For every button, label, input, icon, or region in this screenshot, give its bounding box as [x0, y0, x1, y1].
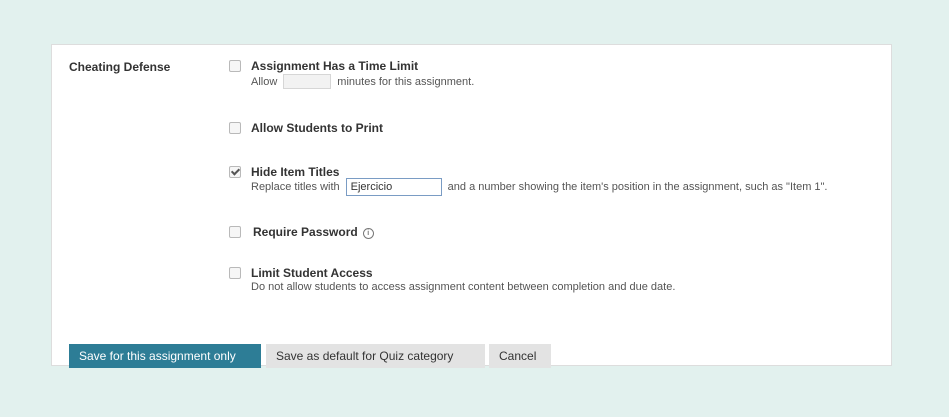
limit-student-access-title: Limit Student Access: [251, 266, 373, 280]
hide-item-titles-title: Hide Item Titles: [251, 165, 340, 179]
limit-student-access-checkbox[interactable]: [229, 267, 241, 279]
require-password-checkbox[interactable]: [229, 226, 241, 238]
replacement-title-input[interactable]: [345, 178, 442, 196]
hide-item-titles-desc-suffix: and a number showing the item's position…: [447, 181, 828, 193]
time-limit-desc-prefix: Allow: [251, 75, 278, 88]
save-as-default-button[interactable]: Save as default for Quiz category: [266, 344, 485, 368]
info-icon[interactable]: i: [362, 228, 374, 239]
limit-student-access-desc: Do not allow students to access assignme…: [251, 281, 676, 293]
time-limit-title: Assignment Has a Time Limit: [251, 59, 419, 73]
cancel-button[interactable]: Cancel: [489, 344, 551, 368]
hide-item-titles-desc-prefix: Replace titles with: [251, 181, 340, 193]
time-limit-checkbox[interactable]: [229, 60, 241, 72]
require-password-label: Require Password: [253, 225, 358, 239]
time-limit-desc-suffix: minutes for this assignment.: [337, 75, 475, 88]
time-limit-minutes-input[interactable]: [283, 74, 332, 89]
time-limit-desc: Allow minutes for this assignment.: [251, 74, 474, 89]
allow-print-checkbox[interactable]: [229, 122, 241, 134]
allow-print-title: Allow Students to Print: [251, 121, 383, 135]
hide-item-titles-desc: Replace titles with and a number showing…: [251, 178, 828, 196]
require-password-title: Require Password i: [253, 225, 374, 239]
section-label: Cheating Defense: [69, 60, 171, 74]
cheating-defense-panel: Cheating Defense Assignment Has a Time L…: [51, 44, 892, 368]
hide-item-titles-checkbox[interactable]: [229, 166, 241, 178]
save-for-assignment-button[interactable]: Save for this assignment only: [69, 344, 261, 368]
